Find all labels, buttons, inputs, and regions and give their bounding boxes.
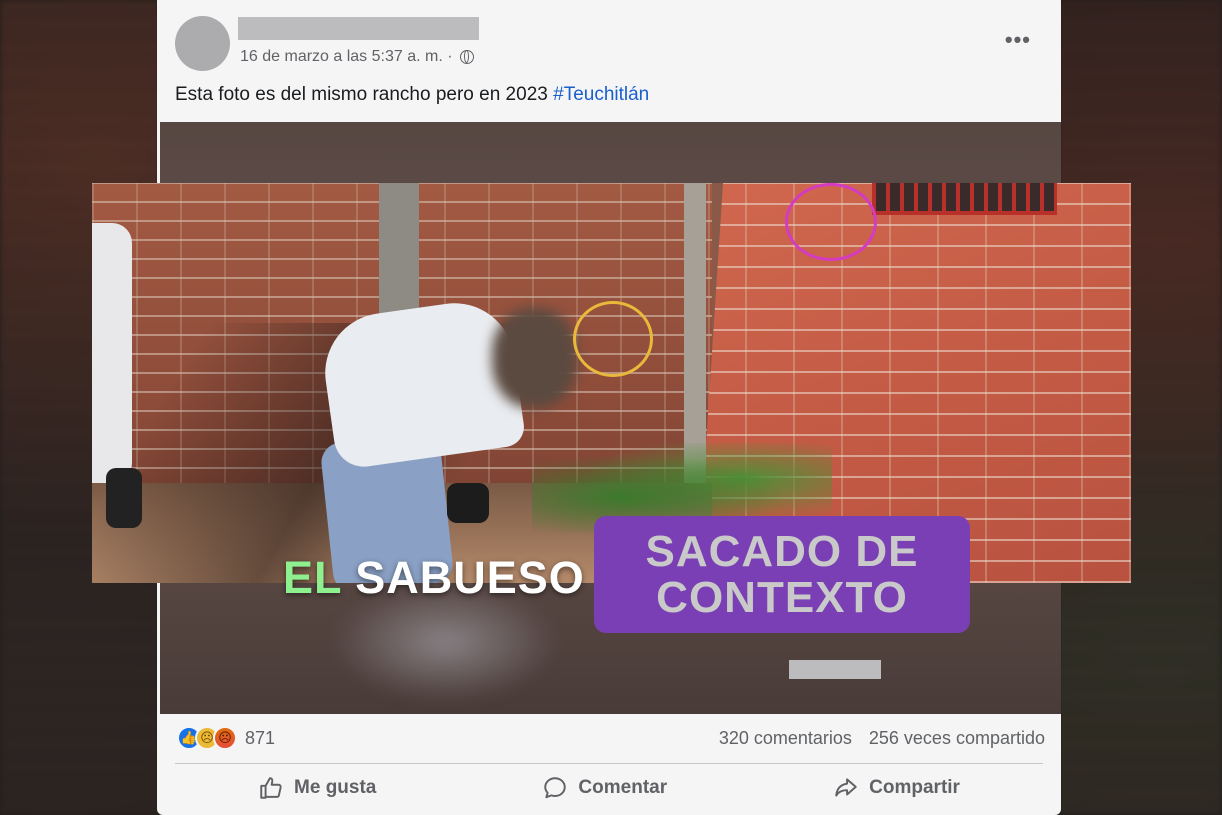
share-label: Compartir xyxy=(869,777,960,798)
reaction-icons[interactable]: 👍 ☹ ☹ xyxy=(177,726,237,750)
more-options-button[interactable]: ••• xyxy=(1005,27,1031,53)
share-button[interactable]: Compartir xyxy=(833,775,960,801)
author-name-redacted xyxy=(238,17,479,40)
comments-count[interactable]: 320 comentarios xyxy=(719,728,852,749)
angry-icon: ☹ xyxy=(213,726,237,750)
comment-label: Comentar xyxy=(578,777,668,798)
verdict-badge: SACADO DE CONTEXTO xyxy=(594,516,970,633)
like-label: Me gusta xyxy=(294,777,377,798)
verdict-line-2: CONTEXTO xyxy=(656,572,908,622)
thumbs-up-icon xyxy=(260,777,282,799)
partial-person-left xyxy=(92,223,132,483)
black-glove-left xyxy=(106,468,142,528)
post-body: Esta foto es del mismo rancho pero en 20… xyxy=(175,84,548,105)
post-actions: Me gusta Comentar Compartir xyxy=(175,766,1043,810)
comment-bubble-icon xyxy=(544,777,567,799)
verdict-line-1: SACADO DE xyxy=(645,526,919,576)
magenta-highlight-circle xyxy=(785,183,877,261)
crouching-worker xyxy=(317,295,577,583)
logo-el: EL xyxy=(283,552,342,603)
globe-icon xyxy=(459,50,474,64)
comment-button[interactable]: Comentar xyxy=(542,775,667,801)
reaction-count[interactable]: 871 xyxy=(245,728,275,749)
avatar[interactable] xyxy=(175,16,230,71)
window-grille xyxy=(872,183,1057,215)
worker-blurred-face xyxy=(492,308,577,408)
el-sabueso-logo: EL SABUESO xyxy=(283,552,585,604)
post-stats: 👍 ☹ ☹ 871 320 comentarios 256 veces comp… xyxy=(177,724,1045,752)
shares-count[interactable]: 256 veces compartido xyxy=(869,728,1045,749)
post-text: Esta foto es del mismo rancho pero en 20… xyxy=(175,84,649,106)
yellow-highlight-circle xyxy=(573,301,653,377)
like-button[interactable]: Me gusta xyxy=(258,775,376,801)
actions-divider xyxy=(175,763,1043,764)
hashtag-link[interactable]: #Teuchitlán xyxy=(553,84,649,105)
logo-sabueso: SABUESO xyxy=(355,552,585,603)
media-redaction-bar xyxy=(789,660,881,679)
share-arrow-icon xyxy=(835,778,857,797)
worker-black-glove xyxy=(447,483,489,523)
post-meta: 16 de marzo a las 5:37 a. m. · xyxy=(240,47,474,67)
post-date[interactable]: 16 de marzo a las 5:37 a. m. · xyxy=(240,48,453,66)
